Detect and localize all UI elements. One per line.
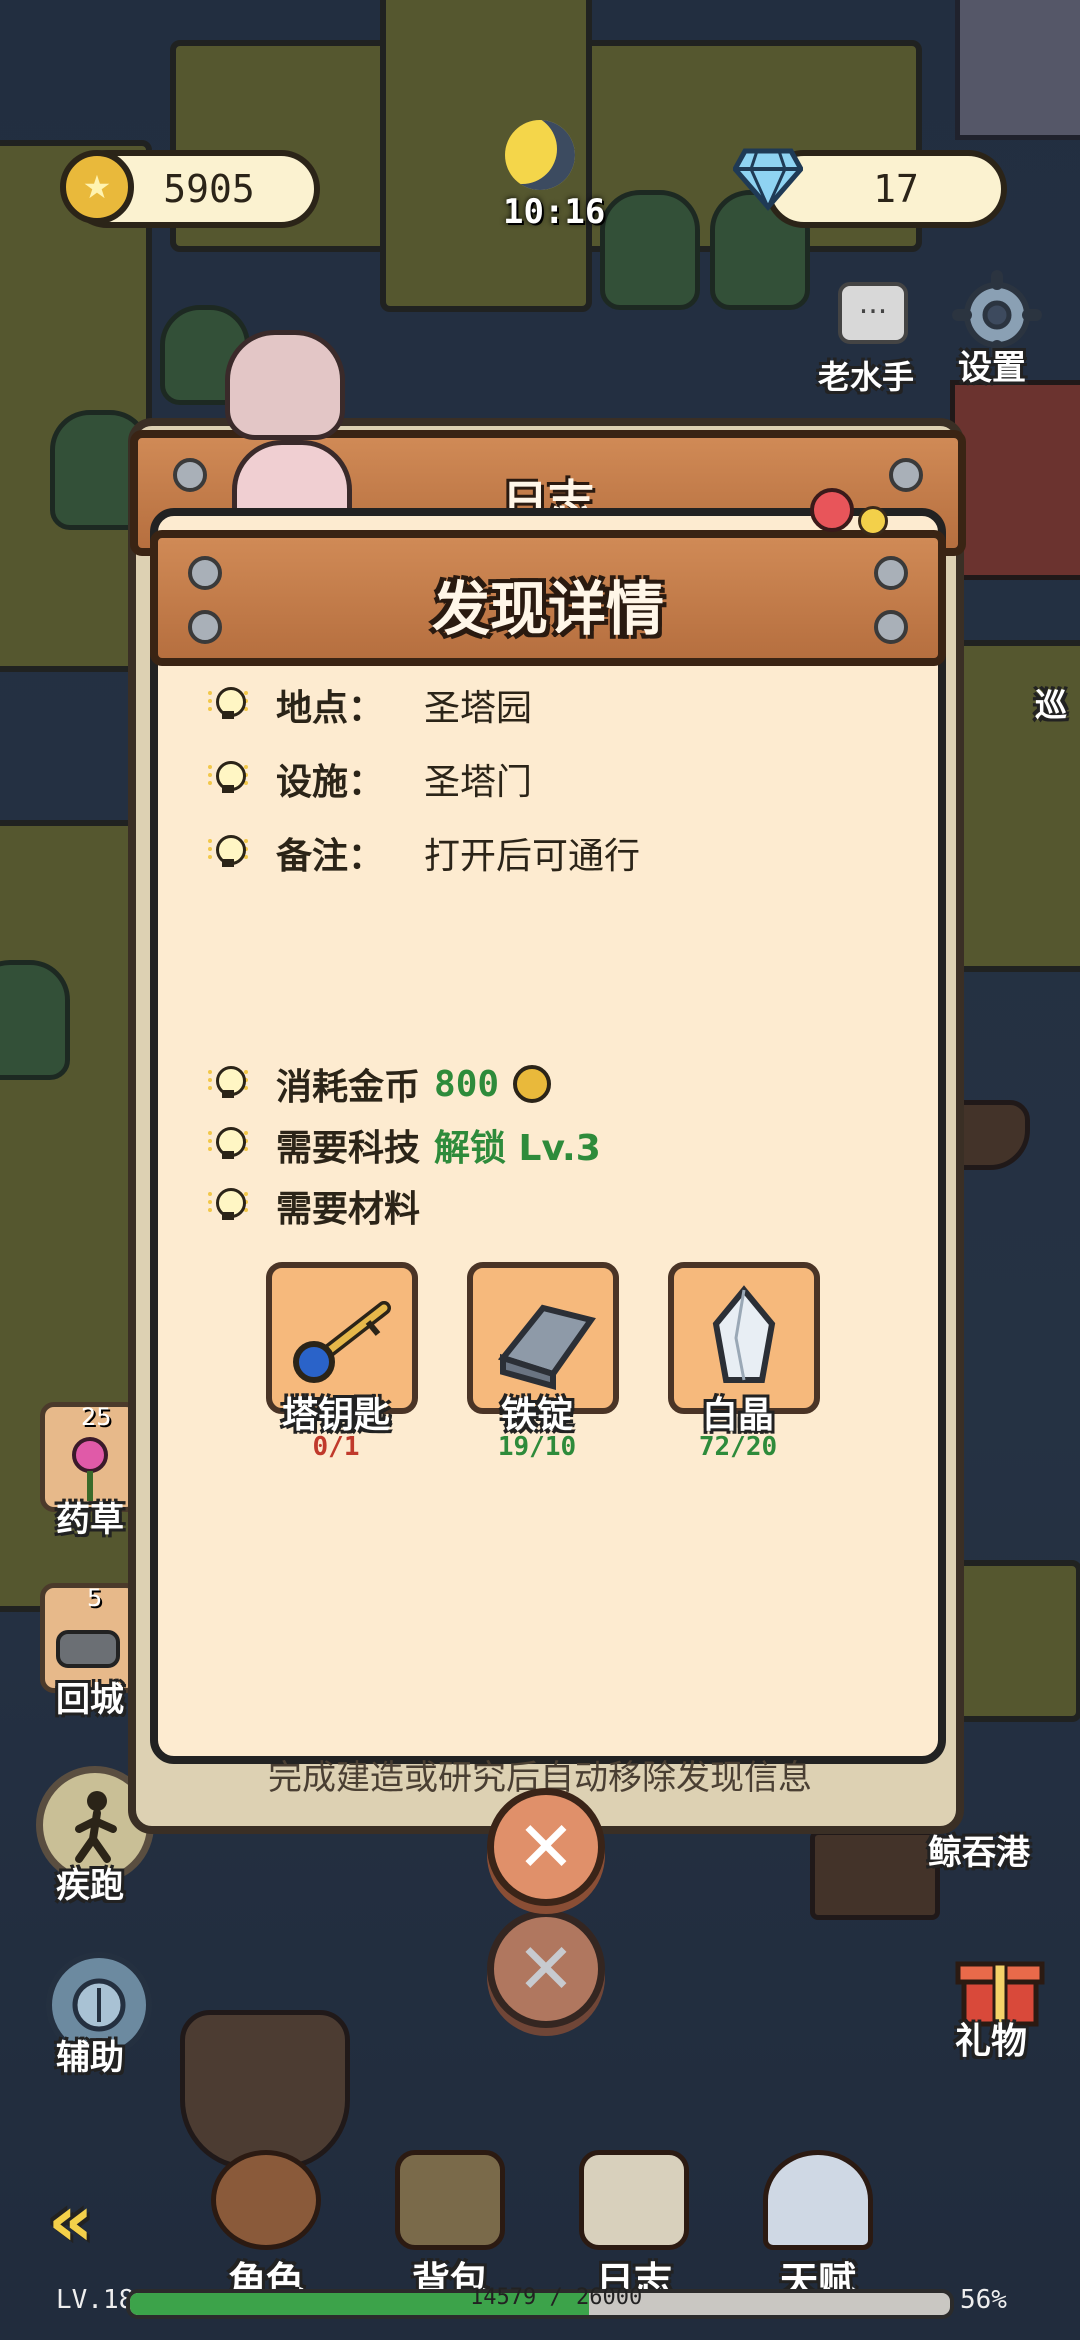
- facility-row: 设施： 圣塔门: [208, 754, 533, 804]
- bolt: [889, 458, 923, 492]
- close-dialog-button[interactable]: ✕: [487, 1788, 605, 1906]
- settings-label: 设置: [958, 348, 1026, 388]
- coin-icon: [513, 1065, 552, 1103]
- dialog-header-plank: 发现详情: [150, 530, 946, 666]
- dialog-title: 发现详情: [431, 575, 664, 643]
- lightbulb-icon: [208, 1064, 248, 1104]
- lightbulb-icon: [208, 833, 248, 873]
- character-icon: [211, 2150, 321, 2250]
- materials-label: 需要材料: [276, 1189, 421, 1230]
- moon-icon: [505, 120, 575, 190]
- npc-speech-bubble[interactable]: ...: [838, 282, 908, 344]
- material-count: 19/10: [497, 1432, 577, 1462]
- gem-count: 17: [873, 167, 919, 211]
- close-icon: ✕: [516, 1806, 576, 1888]
- xp-percent: 56%: [960, 2285, 1007, 2315]
- cost-value: 800: [434, 1063, 500, 1105]
- bolt: [173, 458, 207, 492]
- cost-label: 消耗金币: [276, 1067, 421, 1108]
- xp-text: 14579 / 26000: [470, 2285, 643, 2310]
- material-name: 铁锭: [500, 1395, 573, 1436]
- flower-decoration: [810, 488, 854, 532]
- tech-label: 需要科技: [276, 1128, 421, 1169]
- material-name: 塔钥匙: [281, 1395, 390, 1436]
- game-time: 10:16: [503, 192, 606, 232]
- remark-value: 打开后可通行: [424, 836, 641, 877]
- location-label: 地点：: [276, 688, 385, 729]
- lightbulb-icon: [208, 1186, 248, 1226]
- collapse-arrow-button[interactable]: «: [48, 2180, 93, 2262]
- close-journal-button[interactable]: ✕: [487, 1910, 605, 2028]
- bolt: [188, 556, 222, 590]
- flower-decoration: [858, 506, 888, 536]
- materials-row: 需要材料: [208, 1181, 421, 1231]
- tech-value: 解锁 Lv.3: [434, 1128, 601, 1169]
- material-count: 72/20: [698, 1432, 778, 1462]
- bolt: [874, 610, 908, 644]
- player-level: LV.18: [56, 2285, 135, 2315]
- rabbit-mascot: [225, 330, 345, 440]
- location-value: 圣塔园: [424, 688, 533, 729]
- material-name: 白晶: [701, 1395, 774, 1436]
- lightbulb-icon: [208, 685, 248, 725]
- nav-backpack[interactable]: 背包: [390, 2150, 510, 2305]
- cost-row: 消耗金币 800: [208, 1059, 552, 1109]
- talent-icon: [763, 2150, 873, 2250]
- bolt: [188, 610, 222, 644]
- npc-name-label: 老水手: [818, 358, 915, 396]
- journal-icon: [579, 2150, 689, 2250]
- herb-label: 药草: [56, 1500, 124, 1540]
- return-town-label: 回城: [56, 1680, 124, 1720]
- location-row: 地点： 圣塔园: [208, 680, 533, 730]
- bolt: [874, 556, 908, 590]
- remark-row: 备注： 打开后可通行: [208, 828, 641, 878]
- diamond-icon: [733, 148, 803, 211]
- tech-row: 需要科技 解锁 Lv.3: [208, 1120, 601, 1170]
- sign-label: 巡: [1035, 686, 1068, 724]
- facility-label: 设施：: [276, 762, 385, 803]
- gift-label: 礼物: [955, 2021, 1028, 2062]
- coin-count: 5905: [163, 167, 255, 211]
- material-count: 0/1: [312, 1432, 360, 1462]
- coin-icon: ★: [60, 150, 134, 224]
- nav-journal[interactable]: 日志: [574, 2150, 694, 2305]
- close-icon: ✕: [516, 1928, 576, 2010]
- facility-value: 圣塔门: [424, 762, 533, 803]
- nav-character[interactable]: 角色: [206, 2150, 326, 2305]
- backpack-icon: [395, 2150, 505, 2250]
- sprint-label: 疾跑: [56, 1866, 124, 1906]
- lightbulb-icon: [208, 759, 248, 799]
- lightbulb-icon: [208, 1125, 248, 1165]
- nav-talent[interactable]: 天赋: [758, 2150, 878, 2305]
- remark-label: 备注：: [276, 836, 385, 877]
- assist-label: 辅助: [56, 2038, 124, 2078]
- return-count: 5: [87, 1584, 103, 1612]
